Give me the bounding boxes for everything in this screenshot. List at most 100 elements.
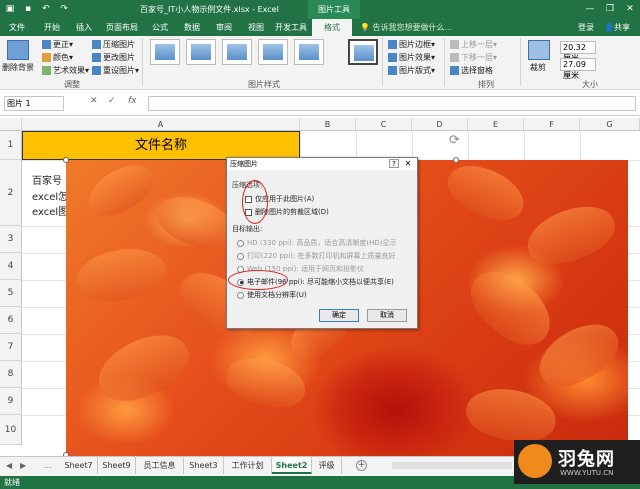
row-header[interactable]: 6 [0, 307, 22, 334]
picture-effects-button[interactable]: 图片效果▾ [388, 52, 435, 63]
compress-pictures-button[interactable]: 压缩图片 [92, 39, 135, 50]
column-header[interactable]: D [412, 118, 468, 131]
row-header[interactable]: 2 [0, 160, 22, 226]
tab-format[interactable]: 格式 [312, 19, 352, 36]
horizontal-scrollbar[interactable] [392, 462, 512, 469]
cell-a2-line: excel怎 [32, 192, 69, 203]
remove-background-button[interactable]: 删除背景 [2, 62, 34, 73]
column-header[interactable]: A [22, 118, 300, 131]
sheet-tab-active[interactable]: Sheet2 [272, 457, 312, 474]
picture-tools-label: 图片工具 [308, 0, 360, 19]
scroll-right-icon[interactable]: ▶ [20, 461, 26, 470]
picture-style-2[interactable] [186, 39, 216, 65]
change-picture-button[interactable]: 更改图片 [92, 52, 135, 63]
column-header[interactable]: G [580, 118, 640, 131]
tab-insert[interactable]: 插入 [68, 19, 100, 36]
login-button[interactable]: 登录 [578, 19, 594, 36]
row-header[interactable]: 3 [0, 226, 22, 253]
picture-style-6[interactable] [348, 39, 378, 65]
close-button[interactable]: ✕ [620, 0, 640, 19]
tab-file[interactable]: 文件 [0, 19, 34, 36]
size-group-label: 大小 [582, 80, 598, 89]
corrections-icon [42, 40, 51, 49]
corrections-button[interactable]: 更正▾ [42, 39, 73, 50]
cancel-button[interactable]: 取消 [367, 309, 407, 322]
row-header[interactable]: 4 [0, 253, 22, 280]
more-sheets[interactable]: ... [44, 461, 52, 470]
help-button[interactable]: ? [389, 159, 399, 168]
tab-developer[interactable]: 开发工具 [272, 19, 310, 36]
tab-view[interactable]: 视图 [240, 19, 272, 36]
cell-a1-title[interactable]: 文件名称 [22, 131, 300, 160]
select-all-corner[interactable] [0, 118, 22, 131]
print-radio[interactable]: 打印(220 ppi): 在多数打印机和屏幕上质量良好 [237, 251, 395, 261]
hd-radio[interactable]: HD (330 ppi): 高品质，适合高清晰度(HD)显示 [237, 238, 396, 248]
annotation-circle [242, 180, 268, 224]
redo-icon[interactable]: ↷ [58, 3, 70, 15]
tell-me-search[interactable]: 💡 告诉我您想要做什么... [360, 22, 452, 33]
picture-style-1[interactable] [150, 39, 180, 65]
insert-function-icon[interactable]: fx [128, 96, 137, 106]
sheet-tab[interactable]: 员工信息 [136, 457, 184, 474]
column-header[interactable]: B [300, 118, 356, 131]
column-header[interactable]: C [356, 118, 412, 131]
sheet-tab[interactable]: Sheet7 [60, 457, 98, 474]
column-header[interactable]: E [468, 118, 524, 131]
row-header[interactable]: 10 [0, 415, 22, 445]
reset-picture-button[interactable]: 重设图片▾ [92, 65, 139, 76]
dialog-close-button[interactable]: ✕ [401, 159, 415, 168]
tab-home[interactable]: 开始 [36, 19, 68, 36]
sheet-tab[interactable]: Sheet9 [98, 457, 136, 474]
height-field[interactable]: 20.32 厘米 [560, 41, 596, 63]
column-header[interactable]: F [524, 118, 580, 131]
tab-review[interactable]: 审阅 [208, 19, 240, 36]
scroll-left-icon[interactable]: ◀ [6, 461, 12, 470]
row-header[interactable]: 9 [0, 388, 22, 415]
ribbon-tab-bar: 文件 开始 插入 页面布局 公式 数据 审阅 视图 开发工具 格式 💡 告诉我您… [0, 19, 640, 36]
resize-handle[interactable] [453, 157, 459, 163]
save-icon[interactable]: ▪ [22, 3, 34, 15]
color-button[interactable]: 颜色▾ [42, 52, 73, 63]
sheet-tab[interactable]: 工作计划 [224, 457, 272, 474]
resize-handle[interactable] [63, 157, 69, 163]
sheet-tab[interactable]: 评级 [312, 457, 342, 474]
picture-border-button[interactable]: 图片边框▾ [388, 39, 435, 50]
selection-pane-button[interactable]: 选择窗格 [450, 65, 493, 76]
crop-icon[interactable] [528, 40, 550, 60]
minimize-button[interactable]: — [580, 0, 600, 19]
row-header[interactable]: 7 [0, 334, 22, 361]
remove-background-icon[interactable] [7, 40, 29, 60]
add-sheet-button[interactable]: + [356, 460, 367, 471]
picture-style-4[interactable] [258, 39, 288, 65]
row-header[interactable]: 1 [0, 131, 22, 160]
sheet-tab[interactable]: Sheet3 [184, 457, 224, 474]
share-button[interactable]: 👤共享 [604, 19, 630, 36]
cancel-icon[interactable]: ✕ [90, 96, 98, 106]
cell-a2-line: excel图 [32, 207, 69, 218]
tab-data[interactable]: 数据 [176, 19, 208, 36]
tab-page-layout[interactable]: 页面布局 [100, 19, 144, 36]
ok-button[interactable]: 确定 [319, 309, 359, 322]
row-header[interactable]: 5 [0, 280, 22, 307]
formula-input[interactable] [148, 96, 636, 111]
rotate-handle-icon[interactable]: ⟳ [449, 133, 460, 148]
bring-forward-button[interactable]: 上移一层▾ [450, 39, 497, 50]
undo-icon[interactable]: ↶ [40, 3, 52, 15]
crop-button[interactable]: 裁剪 [530, 62, 546, 73]
selection-pane-icon [450, 66, 459, 75]
row-header[interactable]: 8 [0, 361, 22, 388]
name-box[interactable]: 图片 1 [4, 96, 64, 111]
formula-bar: 图片 1 ✕ ✓ fx [0, 90, 640, 116]
artistic-effects-button[interactable]: 艺术效果▾ [42, 65, 89, 76]
doc-resolution-radio[interactable]: 使用文档分辨率(U) [237, 290, 307, 300]
color-icon [42, 53, 51, 62]
picture-layout-button[interactable]: 图片版式▾ [388, 65, 435, 76]
restore-button[interactable]: ❐ [600, 0, 620, 19]
picture-style-3[interactable] [222, 39, 252, 65]
picture-style-5[interactable] [294, 39, 324, 65]
excel-logo-icon: ▣ [5, 4, 15, 14]
enter-icon[interactable]: ✓ [108, 96, 116, 106]
tab-formulas[interactable]: 公式 [144, 19, 176, 36]
send-backward-button[interactable]: 下移一层▾ [450, 52, 497, 63]
width-field[interactable]: 27.09 厘米 [560, 58, 596, 80]
